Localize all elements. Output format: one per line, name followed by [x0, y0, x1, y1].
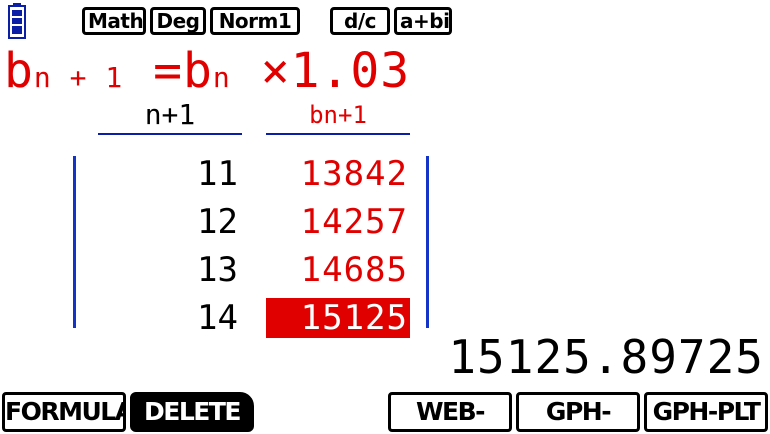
header-underline-b — [266, 133, 410, 135]
formula-rhs-subscript: n — [212, 61, 231, 94]
table-row[interactable]: 12 14257 — [78, 198, 428, 246]
formula-button[interactable]: FORMULA — [2, 392, 126, 432]
formula-operation: ×1.03 — [260, 43, 411, 99]
formula-lhs-subscript: n + 1 — [33, 61, 124, 94]
cell-b[interactable]: 14257 — [266, 202, 410, 242]
graph-plot-button[interactable]: GPH-PLT — [644, 392, 768, 432]
mode-deg-tag: Deg — [150, 7, 206, 35]
graph-connect-button[interactable]: GPH-CON — [516, 392, 640, 432]
function-key-bar: FORMULA DELETE WEB-GPH GPH-CON GPH-PLT — [0, 388, 770, 434]
cell-b[interactable]: 13842 — [266, 154, 410, 194]
web-graph-button[interactable]: WEB-GPH — [388, 392, 512, 432]
cell-n[interactable]: 12 — [98, 198, 242, 246]
sequence-table: 11 13842 12 14257 13 14685 14 15125 — [78, 150, 428, 342]
table-row[interactable]: 11 13842 — [78, 150, 428, 198]
mode-math-tag: Math — [82, 7, 146, 35]
column-header-b: bn+1 — [309, 101, 367, 129]
formula-rhs-b: b — [183, 43, 213, 99]
cell-n[interactable]: 11 — [98, 150, 242, 198]
header-underline-n — [98, 133, 242, 135]
recursion-formula: bn + 1 =bn ×1.03 — [4, 44, 764, 98]
cell-b-selected[interactable]: 15125 — [266, 298, 410, 338]
mode-norm-tag: Norm1 — [210, 7, 300, 35]
formula-lhs-b: b — [4, 43, 34, 99]
mode-complex-tag: a+bi — [394, 7, 452, 35]
delete-button[interactable]: DELETE — [130, 392, 254, 432]
column-header-n: n+1 — [144, 98, 196, 131]
cell-n[interactable]: 14 — [98, 294, 242, 342]
cell-b[interactable]: 14685 — [266, 250, 410, 290]
status-bar: Math Deg Norm1 d/c a+bi — [0, 0, 770, 44]
table-row[interactable]: 13 14685 — [78, 246, 428, 294]
selected-value-readout: 15125.89725 — [448, 330, 764, 384]
formula-equals: = — [153, 43, 184, 99]
table-row[interactable]: 14 15125 — [78, 294, 428, 342]
cell-n[interactable]: 13 — [98, 246, 242, 294]
mode-fraction-tag: d/c — [330, 7, 390, 35]
battery-icon — [8, 3, 26, 39]
table-left-border — [73, 156, 76, 328]
